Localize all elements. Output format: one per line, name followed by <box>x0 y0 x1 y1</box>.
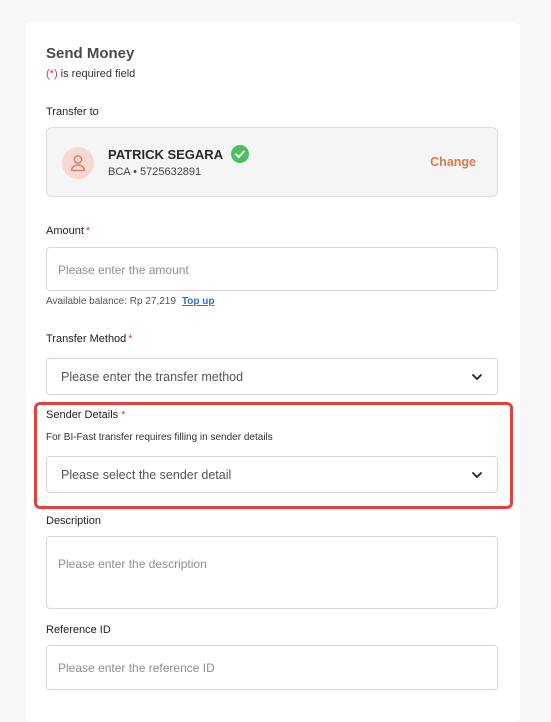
description-label: Description <box>46 515 102 527</box>
transfer-method-required-mark: * <box>128 333 133 345</box>
chevron-down-icon <box>472 472 482 478</box>
sender-details-helper: For BI-Fast transfer requires filling in… <box>46 432 273 443</box>
transfer-method-placeholder: Please enter the transfer method <box>61 370 244 384</box>
sender-details-label: Sender Details * <box>46 409 125 421</box>
recipient-account: BCA • 5725632891 <box>108 166 201 178</box>
change-recipient-button[interactable]: Change <box>430 155 476 169</box>
reference-id-label: Reference ID <box>46 624 111 636</box>
page-title: Send Money <box>46 45 135 62</box>
top-up-link[interactable]: Top up <box>182 296 215 307</box>
required-note-star: (*) <box>46 68 58 80</box>
sender-details-select[interactable]: Please select the sender detail <box>46 456 498 493</box>
user-icon <box>70 155 86 172</box>
reference-id-placeholder: Please enter the reference ID <box>58 661 215 675</box>
transfer-method-label-text: Transfer Method <box>46 333 127 345</box>
recipient-account-number: 5725632891 <box>139 166 202 178</box>
transfer-method-label: Transfer Method * <box>46 333 133 345</box>
description-placeholder: Please enter the description <box>58 557 207 571</box>
recipient-card: PATRICK SEGARA BCA • 5725632891 Change <box>46 127 498 197</box>
account-separator: • <box>130 166 140 178</box>
sender-details-label-text: Sender Details <box>46 409 119 421</box>
verified-check-icon <box>231 145 249 163</box>
amount-input[interactable]: Please enter the amount <box>46 247 498 291</box>
send-money-card: Send Money (*) is required field Transfe… <box>26 22 520 722</box>
chevron-down-icon <box>472 374 482 380</box>
recipient-name: PATRICK SEGARA <box>108 147 224 162</box>
amount-required-mark: * <box>85 225 91 237</box>
sender-details-placeholder: Please select the sender detail <box>61 468 232 482</box>
amount-placeholder: Please enter the amount <box>58 263 189 277</box>
available-balance: Available balance: Rp 27,219 Top up <box>46 296 215 307</box>
amount-label: Amount * <box>46 225 90 237</box>
amount-label-text: Amount <box>46 225 84 237</box>
avatar <box>62 147 94 179</box>
transfer-method-select[interactable]: Please enter the transfer method <box>46 358 498 395</box>
available-balance-text: Available balance: Rp 27,219 <box>46 296 176 307</box>
transfer-to-label: Transfer to <box>46 106 99 118</box>
recipient-bank: BCA <box>108 166 131 178</box>
required-note-text: is required field <box>57 68 136 80</box>
required-field-note: (*) is required field <box>46 68 135 80</box>
description-textarea[interactable]: Please enter the description <box>46 536 498 609</box>
sender-details-required-mark: * <box>121 409 126 421</box>
reference-id-input[interactable]: Please enter the reference ID <box>46 645 498 690</box>
